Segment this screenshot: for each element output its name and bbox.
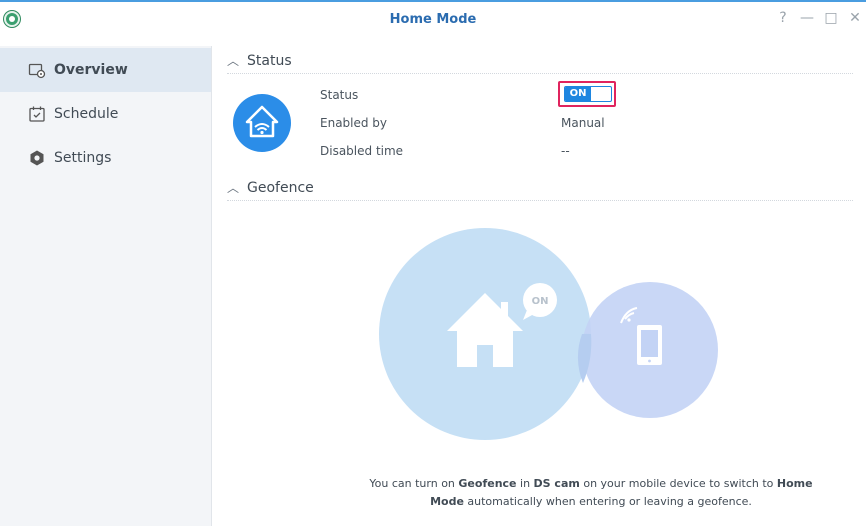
help-icon[interactable]: ?	[776, 10, 790, 26]
geofence-description: You can turn on Geofence in DS cam on yo…	[323, 475, 859, 511]
disabled-time-value: --	[561, 144, 570, 158]
enabled-by-value: Manual	[561, 116, 605, 130]
gear-icon	[28, 149, 46, 167]
on-bubble-text: ON	[532, 296, 549, 307]
close-icon[interactable]: ✕	[848, 10, 862, 26]
sidebar-item-label: Schedule	[54, 106, 119, 122]
geofence-section-header[interactable]: ︿ Geofence	[227, 179, 853, 201]
sidebar: Overview Schedule Settings	[0, 46, 212, 526]
overview-icon	[28, 61, 46, 79]
desc-text: in	[516, 477, 534, 490]
desc-geofence: Geofence	[458, 477, 517, 490]
status-label: Status	[320, 88, 359, 102]
desc-ds-cam: DS cam	[533, 477, 580, 490]
desc-text: automatically when entering or leaving a…	[463, 495, 752, 508]
disabled-time-label: Disabled time	[320, 144, 404, 158]
desc-home: Home	[776, 477, 813, 490]
desc-text: You can turn on	[369, 477, 459, 490]
status-section-header[interactable]: ︿ Status	[227, 52, 853, 74]
home-mode-icon	[233, 94, 291, 152]
sidebar-item-overview[interactable]: Overview	[0, 48, 211, 92]
home-mode-window: Home Mode ? — □ ✕ Overview Schedule Sett…	[0, 0, 866, 526]
calendar-icon	[28, 105, 46, 123]
desc-text: on your mobile device to switch to	[579, 477, 777, 490]
section-title: Status	[247, 53, 292, 69]
section-title: Geofence	[247, 180, 314, 196]
sidebar-item-label: Overview	[54, 62, 128, 78]
window-title: Home Mode	[389, 12, 477, 27]
minimize-icon[interactable]: —	[800, 10, 814, 26]
enabled-by-label: Enabled by	[320, 116, 388, 130]
maximize-icon[interactable]: □	[824, 10, 838, 26]
chevron-up-icon: ︿	[227, 181, 240, 195]
sidebar-item-label: Settings	[54, 150, 112, 166]
toggle-on-label: ON	[565, 87, 591, 101]
sidebar-item-schedule[interactable]: Schedule	[0, 92, 211, 136]
chevron-up-icon: ︿	[227, 54, 240, 68]
geofence-illustration: ON	[379, 214, 719, 440]
status-toggle[interactable]: ON	[564, 86, 612, 102]
sidebar-item-settings[interactable]: Settings	[0, 136, 211, 180]
main-content: ︿ Status Status ON Enabled by Manual Disa…	[213, 46, 866, 526]
title-bar: Home Mode ? — □ ✕	[0, 2, 866, 46]
status-toggle-highlight: ON	[558, 81, 616, 107]
desc-mode: Mode	[430, 495, 464, 508]
